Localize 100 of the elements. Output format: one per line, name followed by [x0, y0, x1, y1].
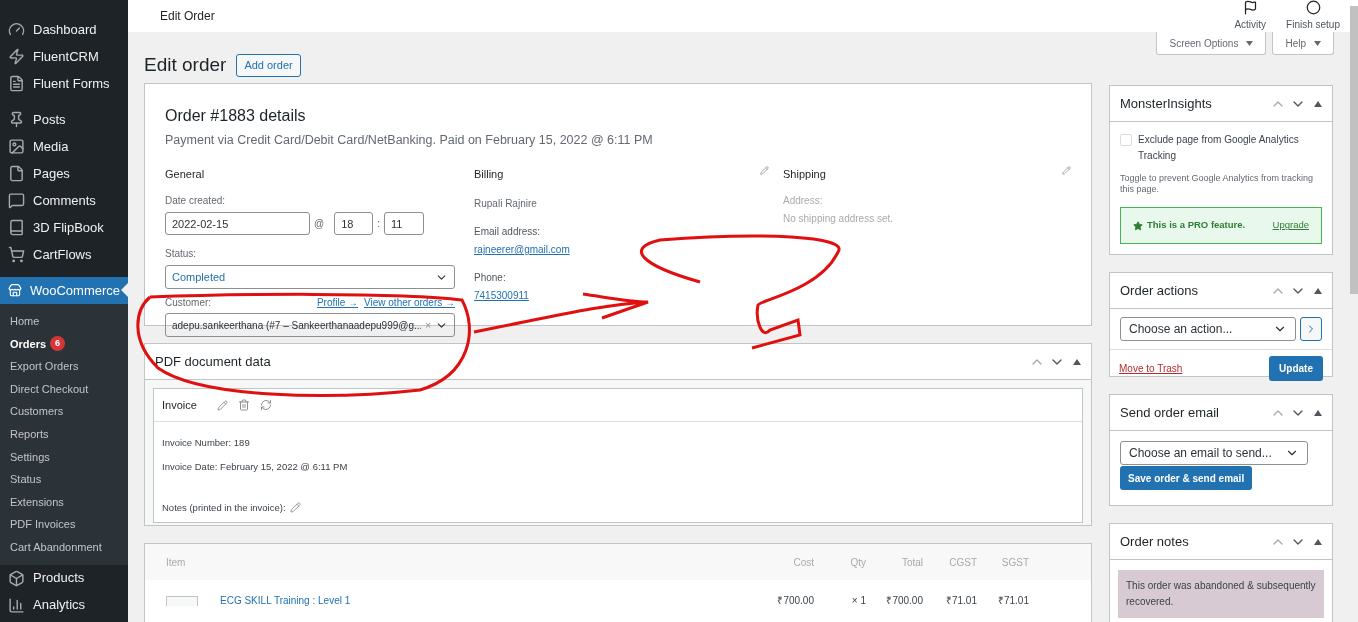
- submenu-item[interactable]: Direct Checkout: [0, 377, 128, 401]
- menu-icon: [8, 246, 25, 263]
- menu-icon: [8, 138, 25, 155]
- submenu-item[interactable]: Settings: [0, 445, 128, 469]
- sidebar-item[interactable]: Fluent Forms: [0, 70, 128, 97]
- sidebar-item[interactable]: 3D FlipBook: [0, 214, 128, 241]
- product-link[interactable]: ECG SKILL Training : Level 1: [220, 596, 778, 606]
- invoice-title: Invoice: [162, 397, 197, 413]
- update-button[interactable]: Update: [1269, 356, 1323, 381]
- submenu-item[interactable]: Customers: [0, 400, 128, 423]
- customer-link[interactable]: Profile →: [316, 295, 359, 311]
- caret-icon: [1314, 40, 1321, 46]
- column-header: CGST: [948, 555, 977, 570]
- order-subtitle: Payment via Credit Card/Debit Card/NetBanking. Paid on February 15, 2022 @ 6:11 PM: [165, 132, 654, 149]
- submenu-item[interactable]: PDF Invoices: [0, 513, 128, 536]
- menu-icon: [8, 569, 25, 587]
- collapse-icon[interactable]: [1314, 287, 1322, 294]
- add-order-button[interactable]: Add order: [236, 53, 301, 77]
- order-title: Order #1883 details: [165, 106, 307, 126]
- submenu-item[interactable]: Home: [0, 310, 128, 333]
- header-action[interactable]: Activity: [1224, 0, 1277, 32]
- section-heading: Billing: [474, 166, 504, 182]
- trash-icon[interactable]: [237, 399, 250, 411]
- action-select[interactable]: Choose an action...: [1120, 317, 1297, 341]
- field-label: Date created:: [165, 194, 227, 209]
- at-sign: @: [314, 217, 325, 232]
- invoice-number: Invoice Number: 189: [162, 436, 251, 450]
- column-header: Total: [900, 555, 923, 570]
- product-thumbnail: [166, 596, 198, 606]
- sidebar-item[interactable]: Dashboard: [0, 16, 128, 43]
- phone-link[interactable]: 7415300911: [474, 288, 529, 304]
- order-note: This order was abandoned & subsequently recovered.: [1118, 570, 1324, 618]
- clear-button[interactable]: ×: [425, 317, 431, 333]
- date-field[interactable]: 2022-02-15: [165, 212, 310, 236]
- submenu-item[interactable]: Extensions: [0, 490, 128, 514]
- submenu-item[interactable]: Status: [0, 468, 128, 491]
- submenu-item[interactable]: Export Orders: [0, 355, 128, 378]
- table-cell-text: ₹71.01: [944, 596, 977, 606]
- collapse-icon[interactable]: [1073, 358, 1081, 365]
- email-link[interactable]: rajneerer@gmail.com: [474, 242, 570, 258]
- menu-icon: [8, 219, 25, 236]
- send-email-button[interactable]: Save order & send email: [1120, 466, 1253, 490]
- field-label: Phone:: [474, 271, 507, 286]
- panel-title: PDF document data: [155, 352, 272, 371]
- page-title: Edit order: [144, 52, 227, 77]
- menu-icon: [8, 165, 25, 182]
- sidebar-item[interactable]: CartFlows: [0, 241, 128, 268]
- move-to-trash-link[interactable]: Move to Trash: [1119, 361, 1183, 376]
- field-label: Status:: [165, 247, 198, 262]
- star-icon: [1133, 220, 1143, 231]
- submenu-item[interactable]: Orders 6: [0, 332, 128, 356]
- checkbox[interactable]: [1120, 134, 1132, 146]
- status-select[interactable]: Completed: [165, 265, 455, 290]
- section-heading: Shipping: [783, 166, 826, 182]
- menu-icon: [8, 48, 25, 65]
- menu-icon: [8, 111, 25, 128]
- edit-icon[interactable]: [760, 165, 769, 175]
- sidebar-item[interactable]: Posts: [0, 106, 128, 133]
- help-text: Toggle to prevent Google Analytics from tracking this page.: [1120, 173, 1315, 195]
- billing-name: Rupali Rajnire: [474, 197, 538, 212]
- edit-icon[interactable]: [1062, 165, 1071, 175]
- collapse-icon[interactable]: [1314, 100, 1322, 107]
- shipping-address: No shipping address set.: [783, 212, 895, 227]
- sidebar-item[interactable]: Media: [0, 133, 128, 160]
- count-badge: 6: [50, 336, 66, 352]
- screen-tab[interactable]: Screen Options: [1156, 32, 1267, 55]
- sidebar-item[interactable]: Products: [0, 564, 128, 592]
- table-cell-text: ₹71.01: [996, 596, 1029, 606]
- customer-select[interactable]: adepu.sankeerthana (#7 – Sankeerthanaadepu999@g... ×: [165, 313, 455, 338]
- column-header: SGST: [1000, 555, 1029, 570]
- refresh-icon[interactable]: [259, 399, 272, 411]
- sidebar-item[interactable]: WooCommerce: [0, 277, 128, 304]
- sidebar-item[interactable]: Pages: [0, 160, 128, 187]
- flag-icon: [1242, 0, 1258, 15]
- collapse-icon[interactable]: [1314, 538, 1322, 545]
- current-page-pointer: [121, 283, 128, 297]
- submenu-item[interactable]: Cart Abandonment: [0, 535, 128, 559]
- screen-tab[interactable]: Help: [1272, 32, 1334, 55]
- edit-icon[interactable]: [216, 399, 228, 411]
- sidebar-item[interactable]: Analytics: [0, 591, 128, 619]
- header-action[interactable]: Finish setup: [1276, 0, 1350, 32]
- column-header: Item: [166, 555, 187, 570]
- hour-field[interactable]: 18: [334, 212, 374, 236]
- panel-title: Order actions: [1120, 281, 1200, 300]
- email-select[interactable]: Choose an email to send...: [1120, 441, 1308, 465]
- time-separator: :: [377, 217, 380, 232]
- panel-title: Send order email: [1120, 403, 1220, 422]
- checkbox-label: Exclude page from Google Analytics Tracking: [1138, 133, 1300, 163]
- apply-button[interactable]: [1300, 317, 1322, 341]
- upgrade-link[interactable]: Upgrade: [1272, 218, 1309, 233]
- submenu-item[interactable]: Reports: [0, 422, 128, 446]
- edit-icon[interactable]: [289, 502, 301, 514]
- collapse-icon[interactable]: [1314, 409, 1322, 416]
- sidebar-item[interactable]: FluentCRM: [0, 43, 128, 70]
- sidebar-item[interactable]: Comments: [0, 187, 128, 214]
- panel-title: Order notes: [1120, 532, 1190, 551]
- minute-field[interactable]: 11: [383, 212, 424, 236]
- customer-link[interactable]: View other orders →: [364, 295, 455, 311]
- menu-icon: [8, 282, 22, 299]
- table-cell: ₹700.00: [777, 596, 814, 606]
